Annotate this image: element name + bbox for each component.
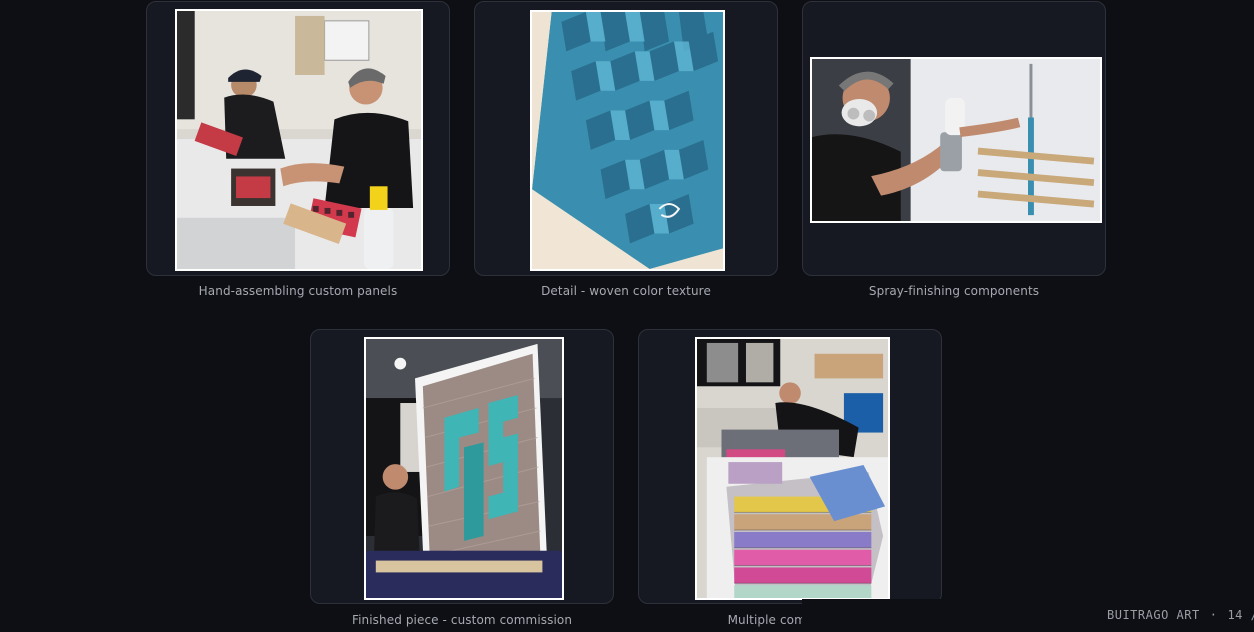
footer-separator: · xyxy=(1209,608,1218,622)
page-counter: 14 / xyxy=(1227,608,1254,622)
gallery-card-4[interactable] xyxy=(310,329,614,604)
footer-brand: BUITRAGO ART xyxy=(1107,608,1200,622)
gallery-card-3[interactable] xyxy=(802,1,1106,276)
overlay-mask xyxy=(802,599,962,632)
caption-4: Finished piece - custom commission xyxy=(351,613,573,627)
gallery-card-2[interactable] xyxy=(474,1,778,276)
gallery-card-1[interactable] xyxy=(146,1,450,276)
finished-piece-photo[interactable] xyxy=(364,337,564,600)
caption-3: Spray-finishing components xyxy=(868,284,1040,298)
gallery-card-5[interactable] xyxy=(638,329,942,604)
spray-photo[interactable] xyxy=(810,57,1102,223)
multiple-commission-photo[interactable] xyxy=(695,337,890,600)
texture-photo[interactable] xyxy=(530,10,725,271)
slide-footer: BUITRAGO ART · 14 / xyxy=(1107,608,1254,622)
workshop-photo[interactable] xyxy=(175,9,423,271)
caption-2: Detail - woven color texture xyxy=(541,284,711,298)
caption-1: Hand-assembling custom panels xyxy=(198,284,398,298)
